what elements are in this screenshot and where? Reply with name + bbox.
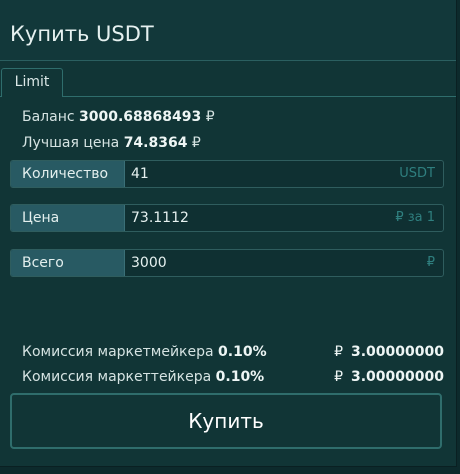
taker-fee-amount-group: ₽3.00000000	[334, 369, 444, 385]
taker-fee-currency: ₽	[334, 369, 343, 385]
quantity-field: Количество USDT	[10, 160, 444, 188]
tab-limit[interactable]: Limit	[1, 68, 63, 97]
maker-fee-text: Комиссия маркетмейкера 0.10%	[22, 344, 267, 360]
maker-fee-label: Комиссия маркетмейкера	[22, 344, 214, 360]
title-bar: Купить USDT	[0, 0, 456, 61]
price-unit: ₽ за 1	[395, 210, 435, 225]
panel-title: Купить USDT	[10, 22, 154, 46]
total-label: Всего	[11, 250, 125, 276]
quantity-label: Количество	[11, 161, 125, 187]
best-price-currency: ₽	[191, 135, 201, 151]
taker-fee-text: Комиссия маркеттейкера 0.10%	[22, 369, 264, 385]
best-price-line: Лучшая цена 74.8364 ₽	[22, 135, 201, 151]
total-unit: ₽	[426, 255, 435, 270]
maker-fee-currency: ₽	[334, 344, 343, 360]
best-price-value: 74.8364	[123, 135, 188, 151]
buy-button[interactable]: Купить	[10, 393, 442, 449]
best-price-label: Лучшая цена	[22, 135, 120, 151]
price-field: Цена ₽ за 1	[10, 204, 444, 232]
order-type-tabs: Limit	[0, 66, 456, 97]
balance-currency: ₽	[205, 109, 215, 125]
taker-fee-percent: 0.10%	[215, 369, 265, 385]
quantity-input[interactable]	[127, 161, 371, 187]
price-label: Цена	[11, 205, 125, 231]
balance-line: Баланс 3000.68868493 ₽	[22, 109, 215, 125]
total-input[interactable]	[127, 250, 371, 276]
total-field: Всего ₽	[10, 249, 444, 277]
balance-value: 3000.68868493	[79, 109, 202, 125]
quantity-unit: USDT	[399, 166, 435, 181]
buy-panel: Купить USDT Limit Баланс 3000.68868493 ₽…	[0, 0, 457, 467]
balance-label: Баланс	[22, 109, 75, 125]
taker-fee-label: Комиссия маркеттейкера	[22, 369, 212, 385]
maker-fee-row: Комиссия маркетмейкера 0.10% ₽3.00000000	[22, 344, 444, 362]
taker-fee-amount: 3.00000000	[351, 369, 444, 385]
maker-fee-amount: 3.00000000	[351, 344, 444, 360]
maker-fee-percent: 0.10%	[218, 344, 267, 360]
maker-fee-amount-group: ₽3.00000000	[334, 344, 444, 360]
price-input[interactable]	[127, 205, 371, 231]
taker-fee-row: Комиссия маркеттейкера 0.10% ₽3.00000000	[22, 369, 444, 387]
